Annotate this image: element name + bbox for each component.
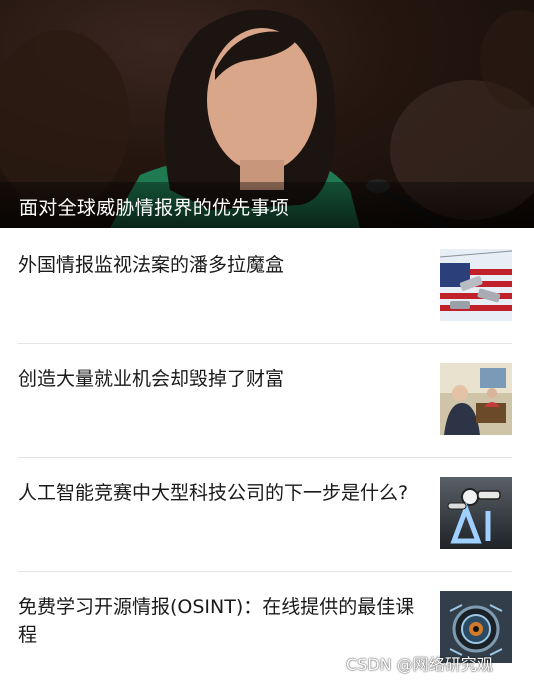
article-item[interactable]: 外国情报监视法案的潘多拉魔盒 [18, 229, 512, 343]
featured-article-title: 面对全球威胁情报界的优先事项 [19, 197, 290, 219]
robot-ai-letters-image [440, 477, 512, 549]
watermark: CSDN @网络研究观 [346, 655, 493, 674]
article-title: 免费学习开源情报(OSINT)：在线提供的最佳课程 [18, 596, 415, 646]
office-people-image [440, 363, 512, 435]
flag-surveillance-camera-image [440, 249, 512, 321]
article-title: 人工智能竞赛中大型科技公司的下一步是什么? [18, 482, 409, 504]
article-item[interactable]: 创造大量就业机会却毁掉了财富 [18, 343, 512, 457]
featured-article[interactable]: 面对全球威胁情报界的优先事项 [0, 0, 534, 228]
article-title: 创造大量就业机会却毁掉了财富 [18, 368, 285, 390]
article-title: 外国情报监视法案的潘多拉魔盒 [18, 254, 285, 276]
article-item[interactable]: 人工智能竞赛中大型科技公司的下一步是什么? [18, 457, 512, 571]
